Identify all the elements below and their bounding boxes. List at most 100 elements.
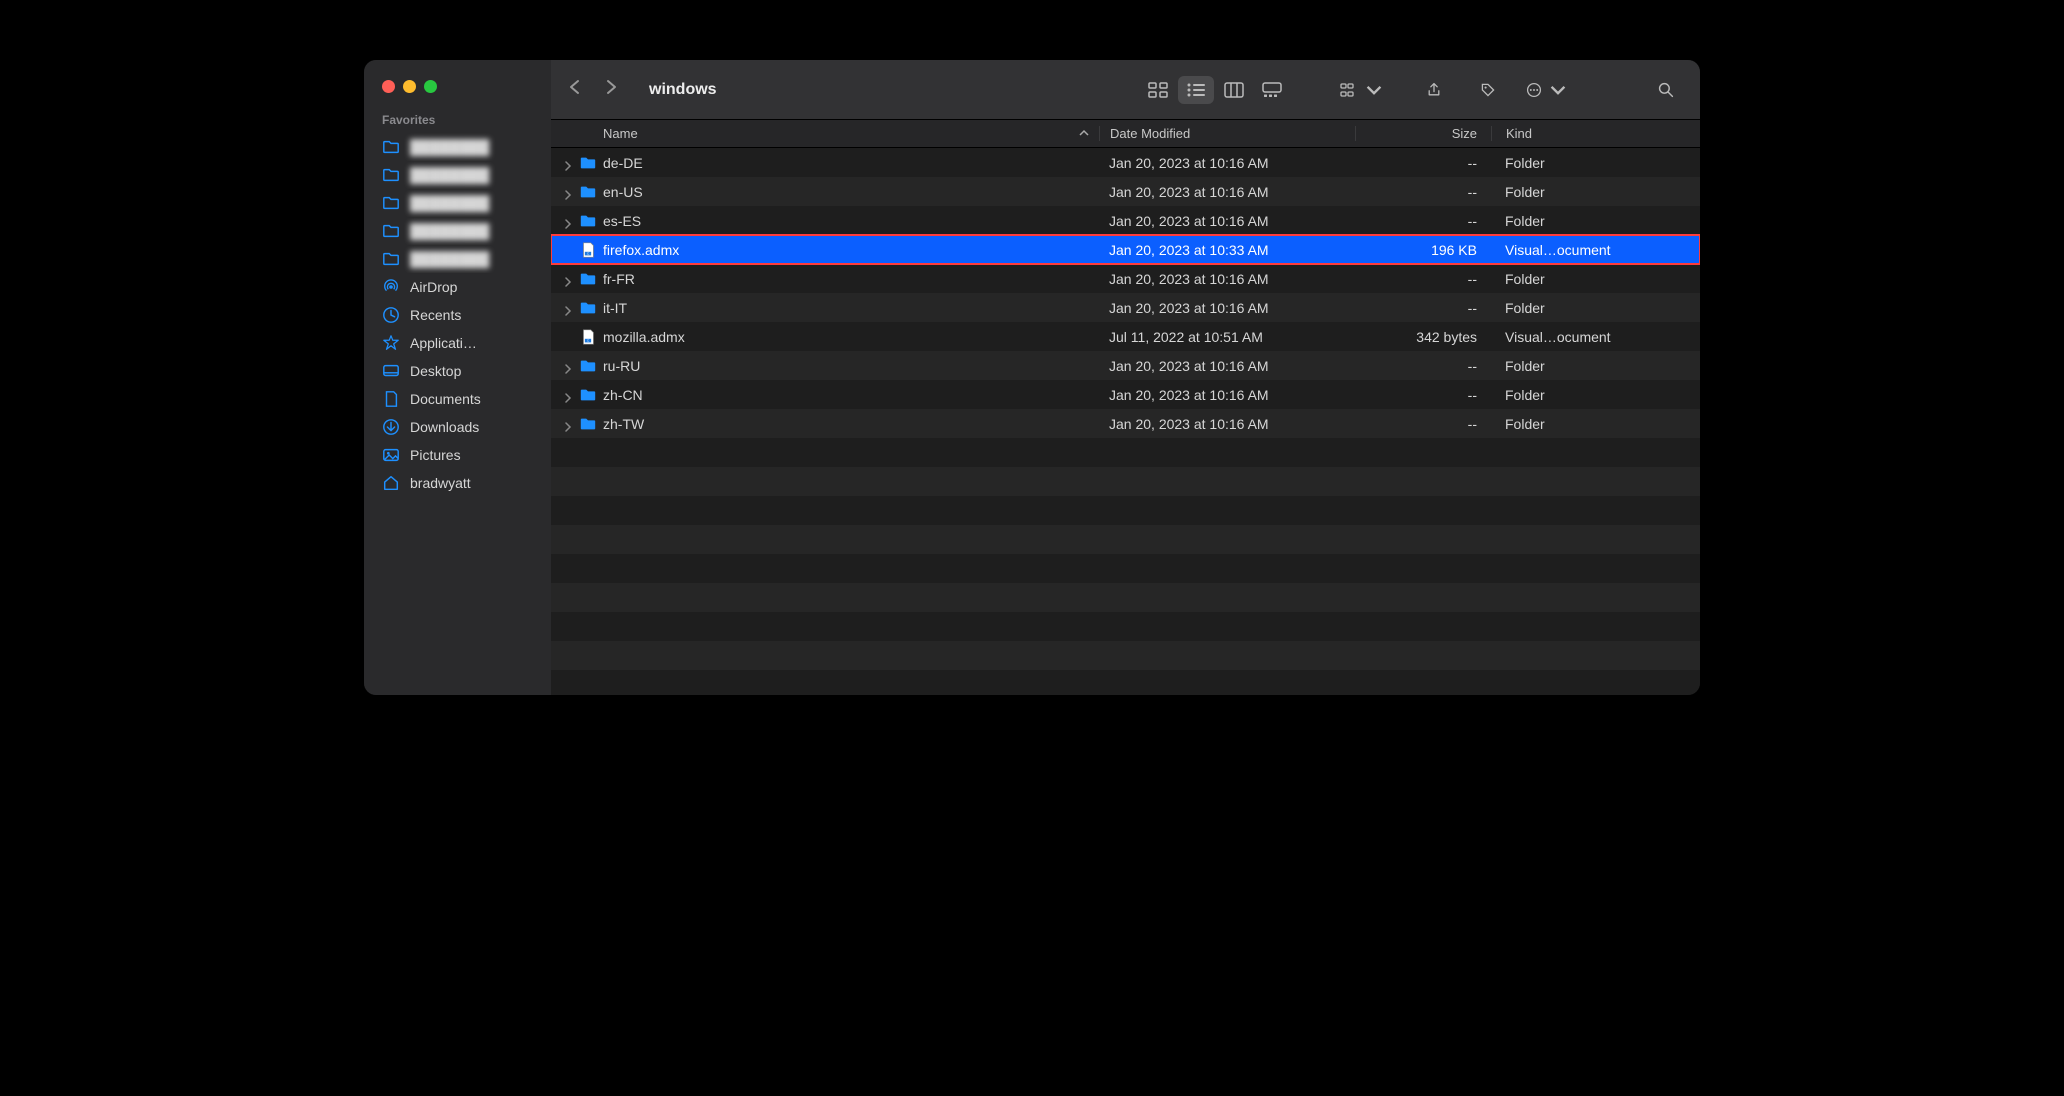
home-icon: [382, 474, 400, 492]
window-controls: [364, 80, 551, 113]
sidebar-item-recents[interactable]: Recents: [364, 301, 551, 329]
file-kind: Folder: [1491, 213, 1700, 229]
sidebar-item-label: Downloads: [410, 419, 479, 435]
folder-icon: [382, 138, 400, 156]
file-row[interactable]: mozilla.admxJul 11, 2022 at 10:51 AM342 …: [551, 322, 1700, 351]
file-name: zh-CN: [603, 387, 643, 403]
file-size: --: [1355, 416, 1491, 432]
tags-button[interactable]: [1470, 76, 1506, 104]
sidebar-item-label: AirDrop: [410, 279, 457, 295]
finder-window: Favorites ██████████████████████████████…: [364, 60, 1700, 695]
maximize-button[interactable]: [424, 80, 437, 93]
folder-icon: [579, 183, 597, 201]
desktop-icon: [382, 362, 400, 380]
documents-icon: [382, 390, 400, 408]
sidebar-item-documents[interactable]: Documents: [364, 385, 551, 413]
sidebar: Favorites ██████████████████████████████…: [364, 60, 551, 695]
file-date: Jan 20, 2023 at 10:16 AM: [1099, 213, 1355, 229]
group-by-button[interactable]: [1338, 76, 1386, 104]
actions-button[interactable]: [1524, 76, 1568, 104]
page-title: windows: [649, 81, 1130, 99]
file-list: de-DEJan 20, 2023 at 10:16 AM--Folderen-…: [551, 148, 1700, 695]
folder-icon: [579, 154, 597, 172]
file-name: de-DE: [603, 155, 643, 171]
share-button[interactable]: [1416, 76, 1452, 104]
main-pane: windows: [551, 60, 1700, 695]
file-row[interactable]: es-ES Jan 20, 2023 at 10:16 AM--Folder: [551, 206, 1700, 235]
airdrop-icon: [382, 278, 400, 296]
file-date: Jan 20, 2023 at 10:16 AM: [1099, 387, 1355, 403]
nav-back-button[interactable]: [567, 79, 583, 100]
sidebar-item-label: ████████: [410, 167, 489, 183]
toolbar: windows: [551, 60, 1700, 120]
sidebar-item-apps[interactable]: Applicati…: [364, 329, 551, 357]
sidebar-item-label: Documents: [410, 391, 481, 407]
folder-icon: [579, 299, 597, 317]
sort-ascending-icon: [1079, 126, 1089, 141]
sidebar-item-downloads[interactable]: Downloads: [364, 413, 551, 441]
disclosure-icon[interactable]: [563, 187, 573, 197]
disclosure-icon[interactable]: [563, 390, 573, 400]
file-name: es-ES: [603, 213, 641, 229]
view-mode-group: [1140, 76, 1290, 104]
search-button[interactable]: [1648, 76, 1684, 104]
disclosure-icon[interactable]: [563, 419, 573, 429]
sidebar-item-pictures[interactable]: Pictures: [364, 441, 551, 469]
sidebar-item-folder[interactable]: ████████: [364, 217, 551, 245]
view-list-button[interactable]: [1178, 76, 1214, 104]
empty-row: [551, 612, 1700, 641]
sidebar-item-folder[interactable]: ████████: [364, 189, 551, 217]
disclosure-icon[interactable]: [563, 158, 573, 168]
view-gallery-button[interactable]: [1254, 76, 1290, 104]
file-date: Jan 20, 2023 at 10:16 AM: [1099, 155, 1355, 171]
empty-row: [551, 467, 1700, 496]
file-name: fr-FR: [603, 271, 635, 287]
sidebar-item-airdrop[interactable]: AirDrop: [364, 273, 551, 301]
sidebar-item-folder[interactable]: ████████: [364, 161, 551, 189]
file-date: Jan 20, 2023 at 10:16 AM: [1099, 271, 1355, 287]
file-row[interactable]: zh-TWJan 20, 2023 at 10:16 AM--Folder: [551, 409, 1700, 438]
file-size: --: [1355, 213, 1491, 229]
file-row[interactable]: it-ITJan 20, 2023 at 10:16 AM--Folder: [551, 293, 1700, 322]
sidebar-item-folder[interactable]: ████████: [364, 133, 551, 161]
file-kind: Visual…ocument: [1491, 329, 1700, 345]
empty-row: [551, 525, 1700, 554]
disclosure-icon[interactable]: [563, 274, 573, 284]
column-kind[interactable]: Kind: [1491, 126, 1700, 141]
file-name: it-IT: [603, 300, 627, 316]
pictures-icon: [382, 446, 400, 464]
file-name: ru-RU: [603, 358, 640, 374]
file-icon: [579, 328, 597, 346]
file-kind: Folder: [1491, 387, 1700, 403]
folder-icon: [579, 357, 597, 375]
view-columns-button[interactable]: [1216, 76, 1252, 104]
close-button[interactable]: [382, 80, 395, 93]
nav-forward-button[interactable]: [603, 79, 619, 100]
column-name[interactable]: Name: [551, 126, 1099, 141]
file-row[interactable]: ru-RUJan 20, 2023 at 10:16 AM--Folder: [551, 351, 1700, 380]
file-row[interactable]: zh-CN Jan 20, 2023 at 10:16 AM--Folder: [551, 380, 1700, 409]
disclosure-icon[interactable]: [563, 303, 573, 313]
view-icons-button[interactable]: [1140, 76, 1176, 104]
file-row[interactable]: fr-FRJan 20, 2023 at 10:16 AM--Folder: [551, 264, 1700, 293]
file-size: --: [1355, 387, 1491, 403]
favorites-header: Favorites: [364, 113, 551, 133]
file-row[interactable]: firefox.admxJan 20, 2023 at 10:33 AM196 …: [551, 235, 1700, 264]
folder-icon: [579, 415, 597, 433]
disclosure-icon[interactable]: [563, 361, 573, 371]
file-row[interactable]: en-USJan 20, 2023 at 10:16 AM--Folder: [551, 177, 1700, 206]
empty-row: [551, 438, 1700, 467]
sidebar-item-label: ████████: [410, 139, 489, 155]
sidebar-item-folder[interactable]: ████████: [364, 245, 551, 273]
file-icon: [579, 241, 597, 259]
sidebar-item-home[interactable]: bradwyatt: [364, 469, 551, 497]
column-header: Name Date Modified Size Kind: [551, 120, 1700, 148]
disclosure-icon[interactable]: [563, 216, 573, 226]
sidebar-item-desktop[interactable]: Desktop: [364, 357, 551, 385]
file-row[interactable]: de-DEJan 20, 2023 at 10:16 AM--Folder: [551, 148, 1700, 177]
folder-icon: [382, 222, 400, 240]
column-date[interactable]: Date Modified: [1099, 126, 1355, 141]
minimize-button[interactable]: [403, 80, 416, 93]
file-date: Jan 20, 2023 at 10:16 AM: [1099, 358, 1355, 374]
column-size[interactable]: Size: [1355, 126, 1491, 141]
